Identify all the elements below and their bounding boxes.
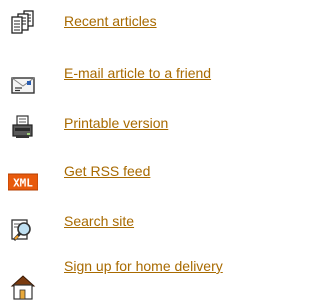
tool-item-printable-version: Printable version	[0, 112, 275, 152]
home-delivery-link[interactable]: Sign up for home delivery	[64, 258, 223, 275]
article-tools-list: Recent articles E-mail article to a frie…	[0, 0, 275, 300]
xml-badge-glyph: XML	[13, 177, 33, 190]
tool-item-search-site: Search site	[0, 212, 275, 252]
tool-item-rss-feed: XML Get RSS feed	[0, 162, 275, 202]
xml-feed-icon[interactable]: XML	[8, 172, 38, 192]
printer-icon[interactable]	[10, 114, 36, 140]
tool-item-recent-articles: Recent articles	[0, 8, 275, 48]
recent-articles-link[interactable]: Recent articles	[64, 13, 157, 30]
rss-feed-link[interactable]: Get RSS feed	[64, 163, 150, 180]
envelope-icon[interactable]	[10, 73, 36, 99]
magnifier-search-icon[interactable]	[10, 217, 36, 243]
house-icon[interactable]	[10, 274, 36, 300]
documents-icon[interactable]	[10, 9, 36, 35]
email-article-link[interactable]: E-mail article to a friend	[64, 65, 211, 82]
printable-version-link[interactable]: Printable version	[64, 115, 168, 132]
tool-item-email-article: E-mail article to a friend	[0, 62, 275, 102]
search-site-link[interactable]: Search site	[64, 213, 134, 230]
tool-item-home-delivery: Sign up for home delivery	[0, 258, 275, 300]
